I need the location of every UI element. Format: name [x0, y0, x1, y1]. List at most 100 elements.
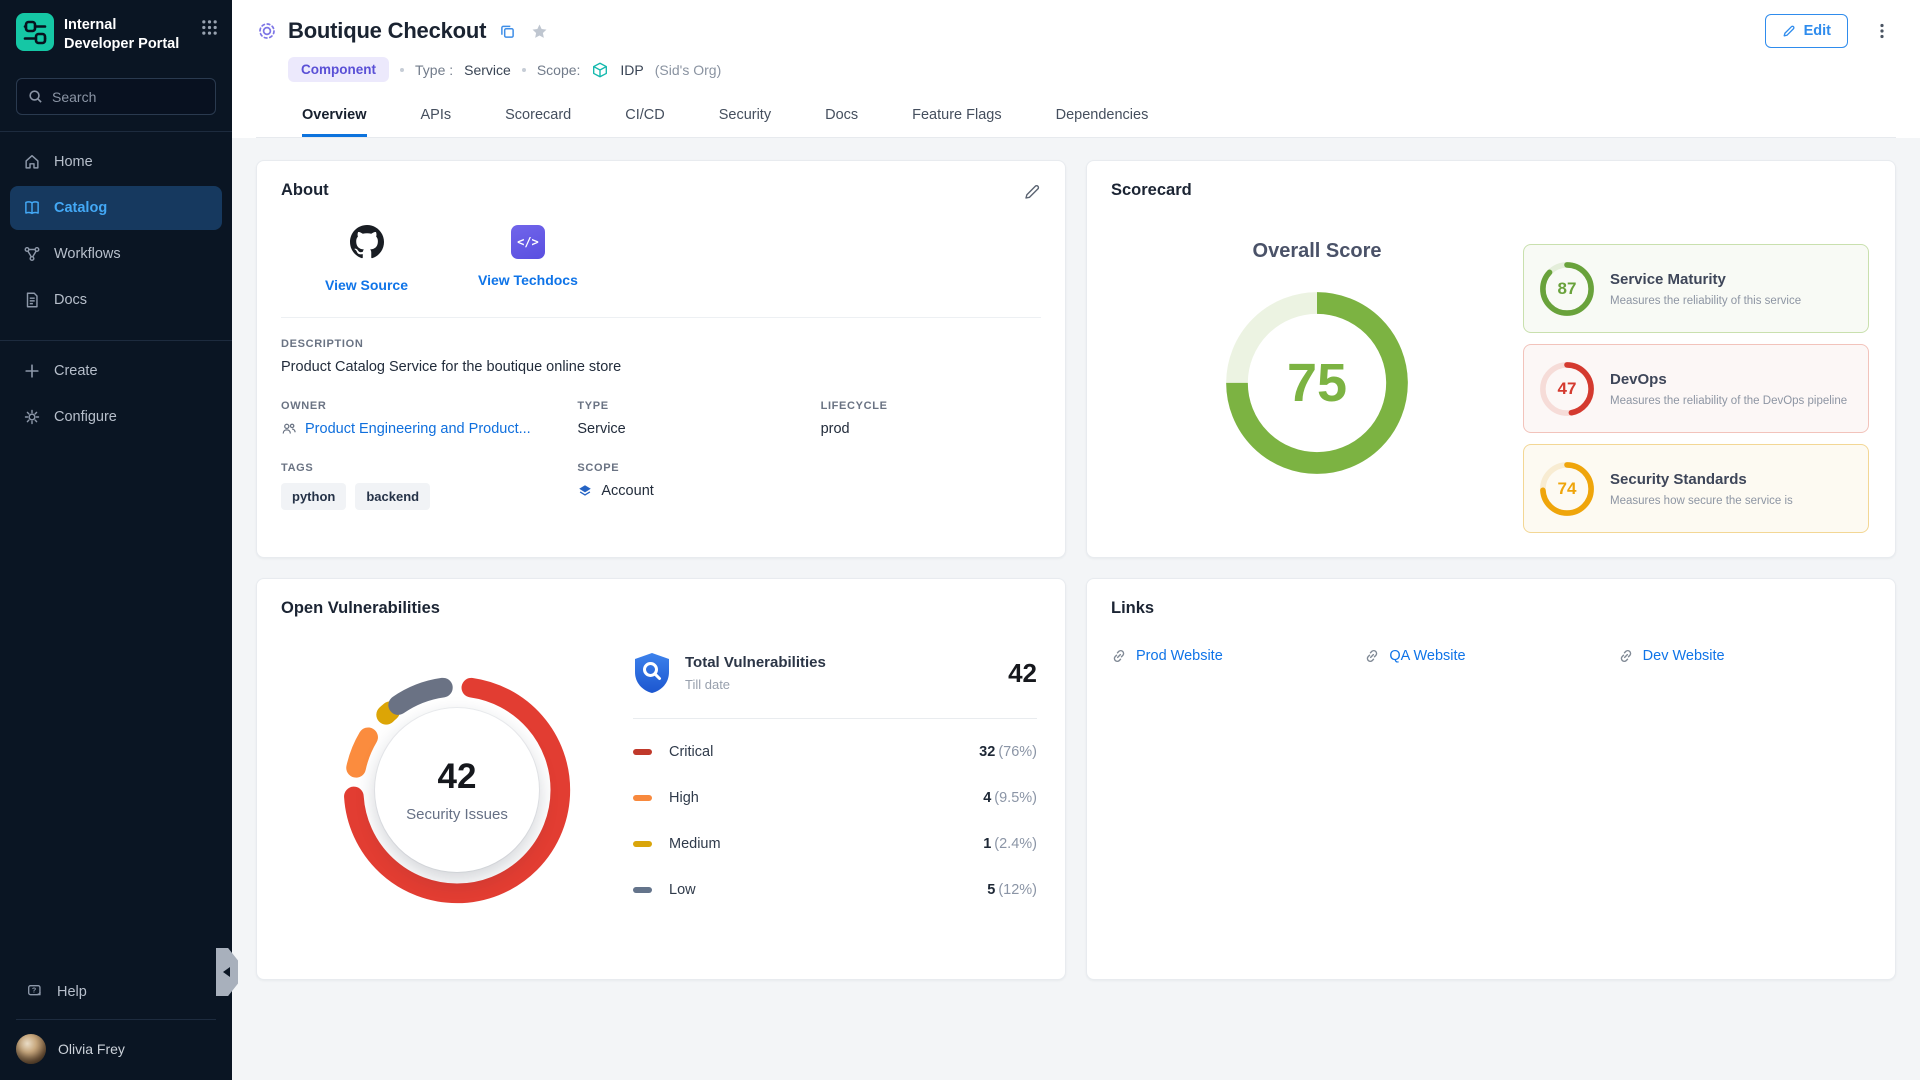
apps-grid-icon[interactable] [201, 13, 218, 41]
sidebar-item-docs[interactable]: Docs [10, 278, 222, 322]
severity-label: High [669, 790, 699, 806]
link-label: Prod Website [1136, 648, 1223, 664]
sidebar-item-home[interactable]: Home [10, 140, 222, 184]
tab-overview[interactable]: Overview [302, 93, 367, 137]
user-name: Olivia Frey [58, 1041, 125, 1057]
tab-cicd[interactable]: CI/CD [625, 93, 664, 137]
description-label: DESCRIPTION [281, 338, 1041, 350]
tab-docs[interactable]: Docs [825, 93, 858, 137]
tab-security[interactable]: Security [719, 93, 771, 137]
dot-separator [522, 68, 526, 72]
severity-count: 5 [987, 882, 995, 898]
techdocs-glyph: </> [517, 235, 539, 249]
score-ring: 47 [1539, 361, 1595, 417]
sidebar-item-catalog[interactable]: Catalog [10, 186, 222, 230]
group-icon [281, 421, 297, 437]
search-icon [28, 89, 43, 104]
link-prod-website[interactable]: Prod Website [1111, 648, 1364, 664]
score-value: 74 [1539, 461, 1595, 517]
page-title: Boutique Checkout [288, 18, 486, 44]
link-qa-website[interactable]: QA Website [1364, 648, 1617, 664]
overall-score-value: 75 [1217, 283, 1417, 483]
score-ring: 87 [1539, 261, 1595, 317]
sidebar-item-configure[interactable]: Configure [10, 395, 222, 439]
security-issues-label: Security Issues [406, 806, 508, 823]
tab-scorecard[interactable]: Scorecard [505, 93, 571, 137]
star-icon[interactable] [531, 23, 548, 40]
sidebar-actions: Create Configure [0, 341, 232, 441]
app-title: Internal Developer Portal [64, 13, 191, 54]
about-edit-icon[interactable] [1023, 181, 1041, 201]
catalog-icon [23, 199, 41, 217]
kind-badge: Component [288, 57, 389, 82]
title-row: Boutique Checkout Edit [256, 14, 1896, 48]
severity-count: 1 [983, 836, 991, 852]
scorecard-item-security-standards[interactable]: 74 Security Standards Measures how secur… [1523, 444, 1869, 533]
copy-icon[interactable] [500, 24, 515, 39]
sidebar-bottom: ? Help Olivia Frey [0, 973, 232, 1080]
help-button[interactable]: ? Help [0, 973, 232, 1011]
tab-dependencies[interactable]: Dependencies [1056, 93, 1149, 137]
description-value: Product Catalog Service for the boutique… [281, 359, 1041, 375]
component-gear-icon [256, 20, 278, 42]
layers-icon [577, 483, 593, 499]
gear-icon [23, 408, 41, 426]
search-box[interactable] [16, 78, 216, 115]
score-name: Security Standards [1610, 471, 1793, 488]
owner-link[interactable]: Product Engineering and Product... [281, 421, 577, 437]
home-icon [23, 153, 41, 171]
tag-chip[interactable]: backend [355, 483, 430, 510]
sidebar-item-label: Configure [54, 409, 117, 425]
severity-pct: (12%) [998, 882, 1037, 898]
severity-row-high: High 4(9.5%) [633, 775, 1037, 821]
severity-pct: (76%) [998, 744, 1037, 760]
tag-chip[interactable]: python [281, 483, 346, 510]
tab-feature-flags[interactable]: Feature Flags [912, 93, 1001, 137]
owner-label: OWNER [281, 400, 577, 412]
github-icon [350, 225, 384, 264]
view-source-link[interactable]: View Source [325, 225, 408, 293]
kebab-menu-icon[interactable] [1874, 22, 1890, 40]
tab-apis[interactable]: APIs [421, 93, 452, 137]
view-techdocs-label: View Techdocs [478, 272, 578, 288]
app-title-line1: Internal [64, 17, 116, 33]
main-area: Boutique Checkout Edit Component [232, 0, 1920, 1080]
sidebar-item-workflows[interactable]: Workflows [10, 232, 222, 276]
severity-row-low: Low 5(12%) [633, 867, 1037, 913]
view-techdocs-link[interactable]: </> View Techdocs [478, 225, 578, 293]
tab-bar: Overview APIs Scorecard CI/CD Security D… [256, 93, 1896, 138]
lifecycle-field: LIFECYCLE prod [821, 400, 1041, 437]
divider [633, 718, 1037, 719]
sidebar-item-label: Catalog [54, 200, 107, 216]
overall-score-label: Overall Score [1253, 240, 1382, 263]
scorecard-item-service-maturity[interactable]: 87 Service Maturity Measures the reliabi… [1523, 244, 1869, 333]
link-label: QA Website [1389, 648, 1465, 664]
search-input[interactable] [52, 89, 204, 105]
sidebar-divider [16, 1019, 216, 1020]
vulnerabilities-summary: Total Vulnerabilities Till date 42 Criti… [633, 618, 1041, 913]
cube-icon [591, 61, 609, 79]
edit-button[interactable]: Edit [1765, 14, 1848, 48]
shield-search-icon [633, 652, 671, 694]
total-vulnerabilities-label: Total Vulnerabilities [685, 654, 826, 671]
sidebar-item-create[interactable]: Create [10, 349, 222, 393]
scope-account-label: Account [601, 483, 653, 499]
svg-text:?: ? [32, 986, 36, 995]
lifecycle-value: prod [821, 421, 1041, 437]
severity-row-critical: Critical 32(76%) [633, 729, 1037, 775]
owner-field: OWNER Product Engineering and Product... [281, 400, 577, 437]
type-value: Service [464, 62, 511, 78]
scorecard-list: 87 Service Maturity Measures the reliabi… [1523, 244, 1871, 533]
medium-dash-icon [633, 841, 652, 847]
link-dev-website[interactable]: Dev Website [1618, 648, 1871, 664]
scorecard-item-devops[interactable]: 47 DevOps Measures the reliability of th… [1523, 344, 1869, 433]
scope-field-value: Account [577, 483, 820, 499]
sidebar-item-label: Docs [54, 292, 87, 308]
sidebar-nav: Home Catalog Workflows Docs [0, 132, 232, 324]
help-icon: ? [26, 983, 44, 1001]
links-card: Links Prod Website QA Website Dev Websit… [1086, 578, 1896, 980]
techdocs-icon: </> [511, 225, 545, 259]
severity-pct: (9.5%) [994, 790, 1037, 806]
user-menu[interactable]: Olivia Frey [0, 1030, 232, 1068]
owner-value: Product Engineering and Product... [305, 421, 531, 437]
